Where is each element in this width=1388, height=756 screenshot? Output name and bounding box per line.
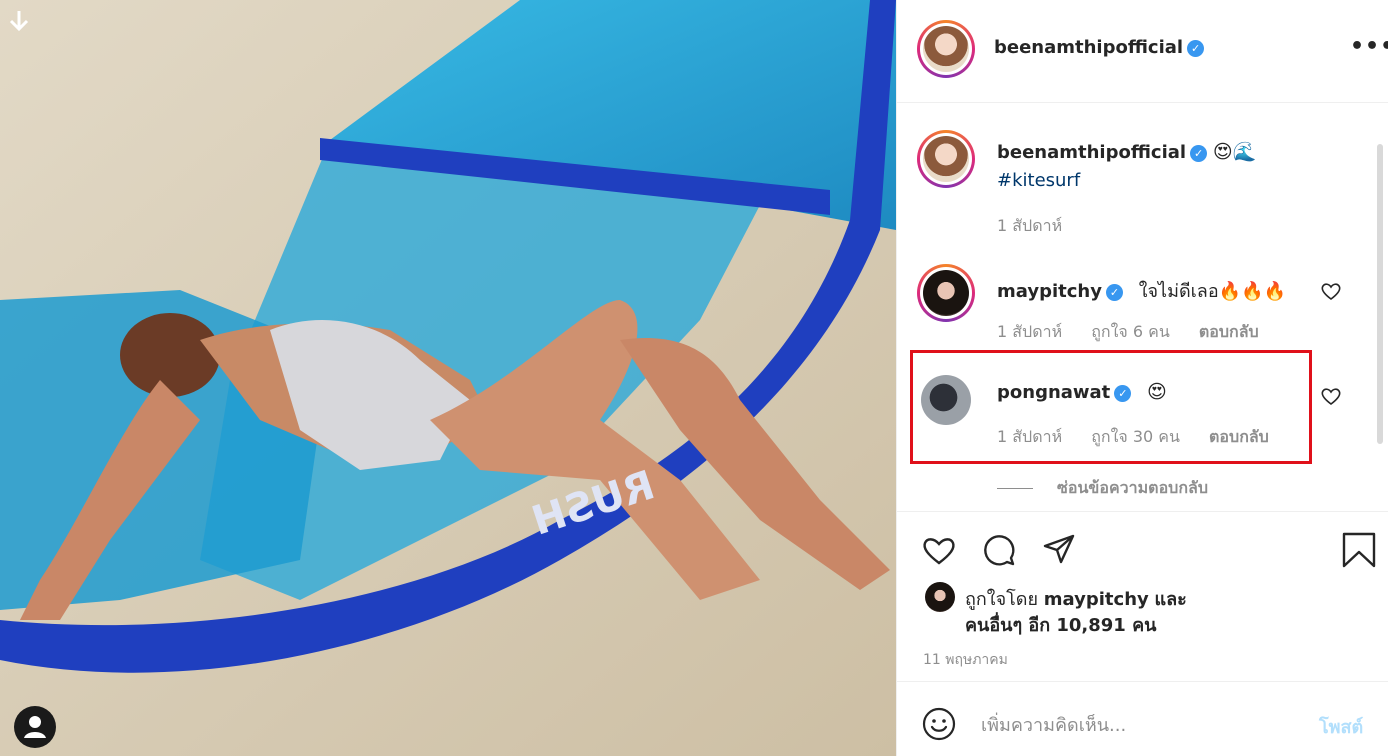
highlight-box <box>910 350 1312 464</box>
reply-button[interactable]: ตอบกลับ <box>1199 322 1259 341</box>
hide-replies-button[interactable]: ซ่อนข้อความตอบกลับ <box>997 476 1208 501</box>
comments-section[interactable]: beenamthipofficial ✓ 😍🌊 #kitesurf 1 สัปดา… <box>897 104 1388 510</box>
post-date[interactable]: 11 พฤษภาคม <box>923 649 1008 671</box>
likes-others[interactable]: คนอื่นๆ อีก 10,891 คน <box>965 610 1156 639</box>
emoji-icon[interactable] <box>921 706 957 742</box>
caption-hashtag[interactable]: #kitesurf <box>997 170 1080 191</box>
owner-username[interactable]: beenamthipofficial ✓ <box>994 37 1205 58</box>
owner-avatar[interactable] <box>917 20 975 78</box>
heart-icon[interactable] <box>921 532 957 568</box>
send-icon[interactable] <box>1041 532 1077 568</box>
post-photo[interactable]: RUSH <box>0 0 896 756</box>
liker-avatar[interactable] <box>925 582 955 612</box>
comment-icon[interactable] <box>981 532 1017 568</box>
verified-badge-icon: ✓ <box>1105 284 1123 301</box>
caption-username[interactable]: beenamthipofficial <box>997 142 1186 163</box>
comment-heart-icon[interactable] <box>1319 384 1343 408</box>
owner-avatar[interactable] <box>917 130 975 188</box>
bookmark-icon[interactable] <box>1341 532 1377 568</box>
arrow-down-icon[interactable] <box>6 8 32 34</box>
comment-input[interactable] <box>981 710 1301 740</box>
comments-scrollbar[interactable] <box>1377 144 1383 444</box>
caption: beenamthipofficial ✓ 😍🌊 #kitesurf 1 สัปดา… <box>917 130 1357 240</box>
post-header: beenamthipofficial✓ ••• <box>897 0 1388 103</box>
more-options-icon[interactable]: ••• <box>1350 34 1388 59</box>
commenter-avatar[interactable] <box>917 264 975 322</box>
caption-meta: 1 สัปดาห์ <box>997 214 1086 239</box>
user-tag-icon[interactable] <box>14 706 56 748</box>
comment-item: maypitchy ✓ ใจไม่ดีเลอ🔥🔥🔥 1 สัปดาห์ ถูกใจ… <box>917 264 1357 344</box>
comment-username[interactable]: maypitchy <box>997 281 1102 302</box>
comment-text: ใจไม่ดีเลอ🔥🔥🔥 <box>1138 281 1286 302</box>
photo-illustration: RUSH <box>0 0 896 756</box>
comment-time[interactable]: 1 สัปดาห์ <box>997 322 1062 341</box>
liker-username[interactable]: maypitchy <box>1044 589 1149 610</box>
caption-emoji: 😍🌊 <box>1212 141 1257 163</box>
comment-composer: โพสต์ <box>897 681 1388 756</box>
caption-time[interactable]: 1 สัปดาห์ <box>997 216 1062 235</box>
likes-and: และ <box>1154 589 1187 610</box>
comment-likes[interactable]: ถูกใจ 6 คน <box>1091 322 1170 341</box>
comment-meta: 1 สัปดาห์ ถูกใจ 6 คน ตอบกลับ <box>997 320 1283 345</box>
likes-prefix: ถูกใจโดย <box>965 589 1039 610</box>
post-comment-button[interactable]: โพสต์ <box>1319 712 1363 741</box>
verified-badge-icon: ✓ <box>1187 40 1205 57</box>
comment-heart-icon[interactable] <box>1319 279 1343 303</box>
post-actions: ถูกใจโดย maypitchy และ คนอื่นๆ อีก 10,89… <box>897 511 1388 681</box>
post-side-panel: beenamthipofficial✓ ••• beenamthipoffici… <box>896 0 1388 756</box>
verified-badge-icon: ✓ <box>1190 145 1208 162</box>
